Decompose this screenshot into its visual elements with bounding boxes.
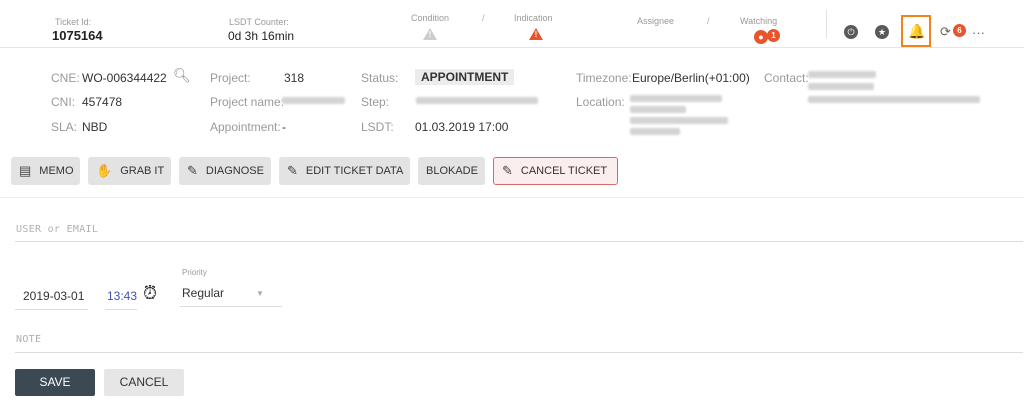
- section-divider: [0, 197, 1024, 198]
- priority-select[interactable]: Regular: [182, 286, 224, 300]
- cancel-ticket-button-label: CANCEL TICKET: [520, 165, 608, 177]
- time-underline: [105, 309, 137, 310]
- header-divider: [826, 10, 827, 38]
- blokade-button[interactable]: BLOKADE: [418, 157, 485, 185]
- status-badge: APPOINTMENT: [415, 69, 515, 85]
- step-redacted: [416, 97, 538, 104]
- note-underline: [15, 352, 1023, 353]
- note-input[interactable]: NOTE: [16, 334, 41, 345]
- pencil-icon: ✎: [502, 163, 513, 178]
- cancel-ticket-button[interactable]: ✎ CANCEL TICKET: [493, 157, 618, 185]
- cne-value: WO-006344422: [82, 71, 167, 85]
- notification-count-badge: 6: [953, 24, 966, 37]
- memo-button[interactable]: ▤ MEMO: [11, 157, 80, 185]
- blokade-button-label: BLOKADE: [426, 165, 478, 177]
- star-icon[interactable]: ★: [875, 25, 889, 39]
- timezone-value: Europe/Berlin(+01:00): [632, 71, 750, 85]
- pencil-icon: ✎: [287, 163, 298, 178]
- project-name-redacted: [282, 97, 345, 104]
- diagnose-button[interactable]: ✎ DIAGNOSE: [179, 157, 271, 185]
- assignee-label: Assignee: [637, 16, 675, 26]
- indication-warning-mark: !: [534, 30, 538, 39]
- memo-button-label: MEMO: [39, 165, 74, 177]
- appointment-label: Appointment:: [210, 120, 281, 134]
- ticket-id-label: Ticket Id:: [55, 17, 92, 27]
- pencil-icon: ✎: [187, 163, 198, 178]
- lsdt-counter-label: LSDT Counter:: [229, 17, 289, 27]
- appointment-value: -: [282, 120, 286, 134]
- grab-it-button-label: GRAB IT: [120, 165, 165, 177]
- ticket-id-value: 1075164: [52, 28, 103, 43]
- header-separator: /: [482, 13, 485, 23]
- memo-icon: ▤: [19, 163, 32, 178]
- contact-redacted-1: [808, 71, 876, 78]
- priority-underline: [180, 306, 282, 307]
- diagnose-button-label: DIAGNOSE: [205, 165, 264, 177]
- alarm-clock-icon[interactable]: ⏰︎: [143, 283, 157, 304]
- location-redacted-3: [630, 117, 728, 124]
- hand-icon: ✋: [96, 163, 113, 178]
- project-value: 318: [284, 71, 305, 85]
- priority-label: Priority: [182, 268, 207, 277]
- user-email-underline: [15, 241, 1023, 242]
- header-separator-2: /: [707, 16, 710, 26]
- grab-it-button[interactable]: ✋ GRAB IT: [88, 157, 171, 185]
- project-label: Project:: [210, 71, 251, 85]
- refresh-icon[interactable]: ⟳: [940, 24, 951, 40]
- step-label: Step:: [361, 95, 390, 109]
- user-email-input[interactable]: USER or EMAIL: [16, 224, 98, 235]
- contact-redacted-3: [808, 96, 980, 103]
- edit-ticket-data-button[interactable]: ✎ EDIT TICKET DATA: [279, 157, 410, 185]
- timezone-label: Timezone:: [576, 71, 632, 85]
- location-redacted-2: [630, 106, 686, 113]
- cni-value: 457478: [82, 95, 123, 109]
- contact-redacted-2: [808, 83, 874, 90]
- cancel-button[interactable]: CANCEL: [104, 369, 184, 396]
- cne-label: CNE:: [51, 71, 80, 85]
- contact-label: Contact:: [764, 71, 809, 85]
- ticket-header: Ticket Id: 1075164 LSDT Counter: 0d 3h 1…: [0, 0, 1024, 48]
- save-button[interactable]: SAVE: [15, 369, 95, 396]
- condition-label: Condition: [411, 13, 450, 23]
- watching-count-badge: 1: [767, 29, 780, 42]
- location-redacted-1: [630, 95, 722, 102]
- watching-eyes-icon[interactable]: ●: [754, 30, 768, 44]
- chevron-down-icon[interactable]: ▼: [256, 289, 264, 298]
- indication-label: Indication: [514, 13, 553, 23]
- cni-label: CNI:: [51, 95, 75, 109]
- more-icon[interactable]: ···: [972, 25, 985, 40]
- time-input[interactable]: 13:43: [107, 289, 137, 303]
- date-input[interactable]: 2019-03-01: [23, 289, 84, 303]
- date-underline: [15, 309, 88, 310]
- status-label: Status:: [361, 71, 399, 85]
- location-label: Location:: [576, 95, 625, 109]
- lsdt-value: 01.03.2019 17:00: [415, 120, 509, 134]
- bell-icon[interactable]: 🔔: [908, 23, 925, 40]
- power-icon[interactable]: ⏻: [844, 25, 858, 39]
- lsdt-label: LSDT:: [361, 120, 394, 134]
- lsdt-counter-value: 0d 3h 16min: [228, 29, 295, 43]
- location-redacted-4: [630, 128, 680, 135]
- watching-label: Watching: [740, 16, 778, 26]
- sla-value: NBD: [82, 120, 108, 134]
- edit-ticket-data-button-label: EDIT TICKET DATA: [305, 165, 404, 177]
- project-name-label: Project name:: [210, 95, 285, 109]
- condition-warning-mark: !: [428, 30, 432, 39]
- sla-label: SLA:: [51, 120, 78, 134]
- search-icon[interactable]: 🔍︎: [173, 67, 191, 84]
